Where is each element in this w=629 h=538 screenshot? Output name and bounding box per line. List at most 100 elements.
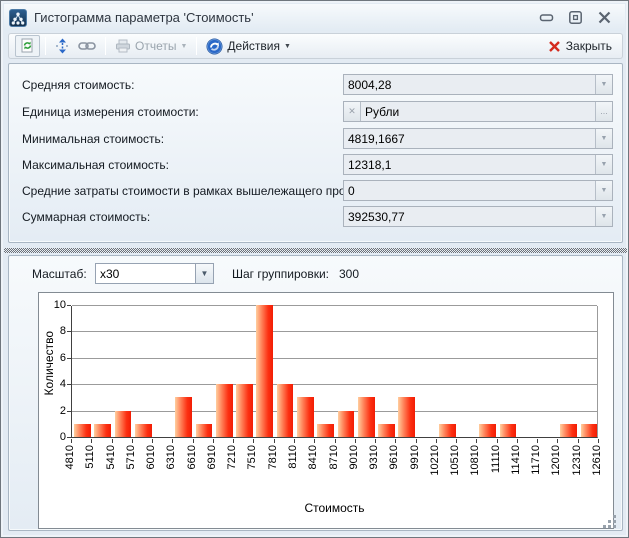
x-tick-mark — [71, 439, 72, 443]
x-tick-label: 11110 — [490, 445, 503, 473]
histogram-bar[interactable] — [175, 397, 192, 437]
x-tick-label: 6610 — [186, 445, 199, 469]
ellipsis-button[interactable]: ... — [595, 102, 612, 121]
splitter-handle[interactable] — [4, 248, 627, 253]
x-tick-label: 7210 — [226, 445, 239, 469]
total-cost-field[interactable]: 392530,77 ▼ — [343, 206, 613, 227]
dropdown-button[interactable]: ▼ — [595, 181, 612, 200]
average-cost-field[interactable]: 8004,28 ▼ — [343, 74, 613, 95]
histogram-bar[interactable] — [115, 411, 132, 437]
y-tick-mark — [67, 411, 71, 412]
toolbar-separator — [45, 37, 46, 55]
toolbar-separator — [105, 37, 106, 55]
x-tick-label: 12610 — [591, 445, 604, 476]
x-tick-label: 9310 — [368, 445, 381, 469]
x-tick-label: 8710 — [328, 445, 341, 469]
y-tick-label: 10 — [40, 299, 66, 311]
x-tick-label: 4810 — [64, 445, 77, 469]
histogram-bar[interactable] — [135, 424, 152, 437]
histogram-bar[interactable] — [500, 424, 517, 437]
histogram-bar[interactable] — [196, 424, 213, 437]
histogram-bar[interactable] — [439, 424, 456, 437]
refresh-icon — [20, 38, 35, 54]
x-tick-mark — [557, 439, 558, 443]
y-tick-label: 2 — [40, 405, 66, 417]
field-label: Максимальная стоимость: — [22, 158, 169, 172]
title-bar[interactable]: Гистограмма параметра 'Стоимость' — [4, 4, 625, 31]
histogram-bar[interactable] — [378, 424, 395, 437]
printer-icon — [115, 39, 131, 53]
plot-area — [71, 306, 598, 438]
histogram-bar[interactable] — [94, 424, 111, 437]
resize-grip[interactable] — [604, 516, 616, 528]
x-tick-label: 10810 — [469, 445, 482, 476]
x-tick-mark — [436, 439, 437, 443]
x-axis-title: Стоимость — [71, 501, 598, 515]
actions-icon — [206, 38, 223, 55]
gridline — [72, 331, 597, 332]
dropdown-button[interactable]: ▼ — [195, 264, 213, 283]
window-title: Гистограмма параметра 'Стоимость' — [34, 10, 254, 25]
x-tick-mark — [294, 439, 295, 443]
ellipsis-icon: ... — [600, 107, 608, 116]
x-tick-label: 9610 — [388, 445, 401, 469]
x-tick-label: 9910 — [409, 445, 422, 469]
min-cost-field[interactable]: 4819,1667 ▼ — [343, 128, 613, 149]
refresh-button[interactable] — [15, 35, 40, 57]
scale-combo[interactable]: x30 ▼ — [95, 263, 214, 284]
histogram-bar[interactable] — [216, 384, 233, 437]
field-label: Средняя стоимость: — [22, 78, 134, 92]
link-button[interactable] — [74, 38, 100, 54]
histogram-bar[interactable] — [317, 424, 334, 437]
x-tick-label: 9010 — [348, 445, 361, 469]
histogram-bar[interactable] — [297, 397, 314, 437]
field-label: Минимальная стоимость: — [22, 132, 164, 146]
histogram-bar[interactable] — [479, 424, 496, 437]
actions-button[interactable]: Действия ▼ — [202, 36, 295, 57]
x-tick-mark — [578, 439, 579, 443]
field-value: 8004,28 — [344, 78, 595, 92]
x-tick-label: 6010 — [145, 445, 158, 469]
histogram-bar[interactable] — [581, 424, 598, 437]
minimize-button[interactable] — [538, 9, 555, 26]
x-tick-mark — [274, 439, 275, 443]
histogram-bar[interactable] — [358, 397, 375, 437]
clear-x-icon: ✕ — [348, 107, 356, 116]
x-tick-label: 7810 — [267, 445, 280, 469]
x-tick-mark — [152, 439, 153, 443]
x-tick-mark — [375, 439, 376, 443]
cost-unit-field[interactable]: ✕ Рубли ... — [343, 101, 613, 122]
close-red-x-icon — [548, 40, 561, 53]
y-tick-label: 8 — [40, 325, 66, 337]
gridline — [72, 384, 597, 385]
avg-parent-cost-field[interactable]: 0 ▼ — [343, 180, 613, 201]
histogram-bar[interactable] — [256, 305, 273, 437]
dropdown-button[interactable]: ▼ — [595, 207, 612, 226]
histogram-bar[interactable] — [338, 411, 355, 437]
grouping-step-value: 300 — [339, 267, 359, 281]
clear-button[interactable]: ✕ — [344, 102, 361, 121]
x-tick-label: 11410 — [510, 445, 523, 475]
dropdown-button[interactable]: ▼ — [595, 155, 612, 174]
x-tick-label: 7510 — [246, 445, 259, 469]
max-cost-field[interactable]: 12318,1 ▼ — [343, 154, 613, 175]
restore-button[interactable] — [567, 9, 584, 26]
x-tick-label: 6310 — [165, 445, 178, 469]
histogram-bar[interactable] — [236, 384, 253, 437]
x-tick-mark — [456, 439, 457, 443]
histogram-bar[interactable] — [74, 424, 91, 437]
close-dialog-button[interactable]: Закрыть — [544, 37, 616, 55]
histogram-bar[interactable] — [398, 397, 415, 437]
y-tick-mark — [67, 384, 71, 385]
y-tick-label: 0 — [40, 431, 66, 443]
field-label: Единица измерения стоимости: — [22, 105, 199, 119]
dropdown-button[interactable]: ▼ — [595, 129, 612, 148]
histogram-bar[interactable] — [560, 424, 577, 437]
close-button[interactable] — [596, 9, 613, 26]
y-tick-label: 6 — [40, 352, 66, 364]
x-tick-mark — [395, 439, 396, 443]
reports-label: Отчеты — [135, 39, 176, 53]
dropdown-button[interactable]: ▼ — [595, 75, 612, 94]
fit-vertical-button[interactable] — [51, 36, 74, 56]
histogram-bar[interactable] — [277, 384, 294, 437]
